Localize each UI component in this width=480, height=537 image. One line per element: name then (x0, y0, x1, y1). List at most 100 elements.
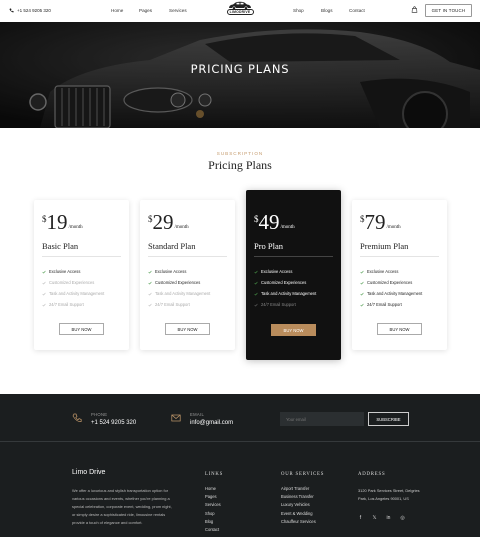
nav-services[interactable]: Services (169, 8, 187, 13)
feature-item: 24/7 Email Support (148, 299, 210, 310)
pricing-section: SUBSCRIPTION Pricing Plans $ 19 /month B… (0, 128, 480, 394)
site-footer: PHONE +1 524 9205 320 EMAIL info@gmail.c… (0, 394, 480, 537)
hero-banner: PRICING PLANS (0, 22, 480, 128)
check-icon (360, 270, 364, 273)
feature-item: Task and Activity Management (360, 288, 422, 299)
plan-name: Pro Plan (254, 241, 284, 251)
check-icon (42, 281, 46, 284)
x-twitter-icon[interactable]: 𝕏 (372, 515, 377, 521)
card-divider (254, 256, 333, 257)
pricing-card-premium: $ 79 /month Premium Plan Exclusive Acces… (352, 200, 447, 350)
price-period: /month (280, 225, 295, 230)
plan-price: $ 29 /month (148, 212, 189, 233)
price-period: /month (174, 225, 189, 230)
price-period: /month (68, 225, 83, 230)
social-links: f 𝕏 in ◎ (358, 515, 405, 521)
check-icon (254, 270, 258, 273)
feature-list: Exclusive Access Customized Experiences Ta… (254, 266, 316, 310)
plan-price: $ 19 /month (42, 210, 83, 234)
footer-link-shop[interactable]: Shop (205, 511, 221, 519)
service-business-transfer[interactable]: Business Transfer (281, 494, 316, 502)
top-header: +1 524 9205 320 Home Pages Services LIMO… (0, 0, 480, 22)
card-divider (148, 256, 227, 257)
header-phone[interactable]: +1 524 9205 320 (9, 8, 51, 13)
email-value[interactable]: info@gmail.com (190, 420, 233, 426)
nav-pages[interactable]: Pages (139, 8, 152, 13)
feature-label: 24/7 Email Support (261, 302, 296, 307)
subscribe-button[interactable]: SUBSCRIBE (368, 412, 409, 426)
plan-name: Standard Plan (148, 241, 196, 251)
plan-price: $ 49 /month (254, 210, 295, 234)
links-title: LINKS (205, 472, 224, 477)
address-title: ADDRESS (358, 472, 386, 477)
footer-link-contact[interactable]: Contact (205, 527, 221, 535)
feature-item: Task and Activity Management (254, 288, 316, 299)
feature-label: Exclusive Access (155, 269, 187, 274)
get-in-touch-button[interactable]: GET IN TOUCH (425, 4, 472, 17)
buy-now-button[interactable]: BUY NOW (165, 323, 210, 335)
site-logo[interactable]: LIMODRIVE (225, 1, 255, 21)
footer-link-pages[interactable]: Pages (205, 494, 221, 502)
buy-now-button[interactable]: BUY NOW (271, 324, 316, 336)
price-amount: 49 (258, 210, 280, 234)
feature-label: Exclusive Access (367, 269, 399, 274)
phone-label: PHONE (91, 412, 108, 417)
check-icon (254, 292, 258, 295)
check-icon (360, 303, 364, 306)
price-amount: 19 (46, 210, 68, 234)
feature-label: Exclusive Access (49, 269, 81, 274)
feature-item: Exclusive Access (254, 266, 316, 277)
service-luxury-vehicles[interactable]: Luxury Vehicles (281, 502, 316, 510)
service-chauffeur[interactable]: Chauffeur Services (281, 519, 316, 527)
check-icon (42, 303, 46, 306)
facebook-icon[interactable]: f (358, 515, 363, 521)
feature-item: Task and Activity Management (148, 288, 210, 299)
price-amount: 79 (364, 210, 386, 234)
services-title: OUR SERVICES (281, 472, 325, 477)
feature-item: Task and Activity Management (42, 288, 104, 299)
feature-item: 24/7 Email Support (360, 299, 422, 310)
phone-value[interactable]: +1 524 9205 320 (91, 420, 136, 426)
pricing-card-pro: $ 49 /month Pro Plan Exclusive Access Cus… (246, 190, 341, 360)
feature-label: 24/7 Email Support (367, 302, 402, 307)
buy-now-button[interactable]: BUY NOW (377, 323, 422, 335)
feature-label: Task and Activity Management (261, 291, 317, 296)
check-icon (360, 292, 364, 295)
footer-link-blog[interactable]: Blog (205, 519, 221, 527)
check-icon (42, 270, 46, 273)
buy-now-button[interactable]: BUY NOW (59, 323, 104, 335)
footer-link-services[interactable]: Services (205, 502, 221, 510)
section-subtitle: SUBSCRIPTION (216, 151, 264, 156)
shopping-bag-icon[interactable] (411, 6, 418, 13)
footer-links: Home Pages Services Shop Blog Contact (205, 486, 221, 535)
feature-label: Task and Activity Management (155, 291, 211, 296)
feature-label: Customized Experiences (367, 280, 413, 285)
service-event-wedding[interactable]: Event & Wedding (281, 511, 316, 519)
newsletter-email-input[interactable] (280, 412, 364, 426)
plan-name: Basic Plan (42, 241, 79, 251)
linkedin-icon[interactable]: in (386, 515, 391, 521)
check-icon (148, 281, 152, 284)
nav-contact[interactable]: Contact (349, 8, 365, 13)
hero-title: PRICING PLANS (190, 62, 290, 76)
instagram-icon[interactable]: ◎ (400, 515, 405, 521)
footer-brand: Limo Drive (72, 469, 106, 476)
check-icon (148, 270, 152, 273)
footer-divider (0, 441, 480, 442)
feature-list: Exclusive Access Customized Experiences Ta… (42, 266, 104, 310)
feature-label: Customized Experiences (155, 280, 201, 285)
footer-link-home[interactable]: Home (205, 486, 221, 494)
nav-home[interactable]: Home (111, 8, 123, 13)
footer-services: Airport Transfer Business Transfer Luxur… (281, 486, 316, 527)
feature-item: Exclusive Access (148, 266, 210, 277)
feature-label: Exclusive Access (261, 269, 293, 274)
feature-label: Task and Activity Management (49, 291, 105, 296)
feature-item: 24/7 Email Support (254, 299, 316, 310)
feature-item: Exclusive Access (360, 266, 422, 277)
nav-blogs[interactable]: Blogs (321, 8, 333, 13)
feature-item: 24/7 Email Support (42, 299, 104, 310)
nav-shop[interactable]: Shop (293, 8, 304, 13)
feature-item: Customized Experiences (42, 277, 104, 288)
feature-item: Exclusive Access (42, 266, 104, 277)
service-airport-transfer[interactable]: Airport Transfer (281, 486, 316, 494)
